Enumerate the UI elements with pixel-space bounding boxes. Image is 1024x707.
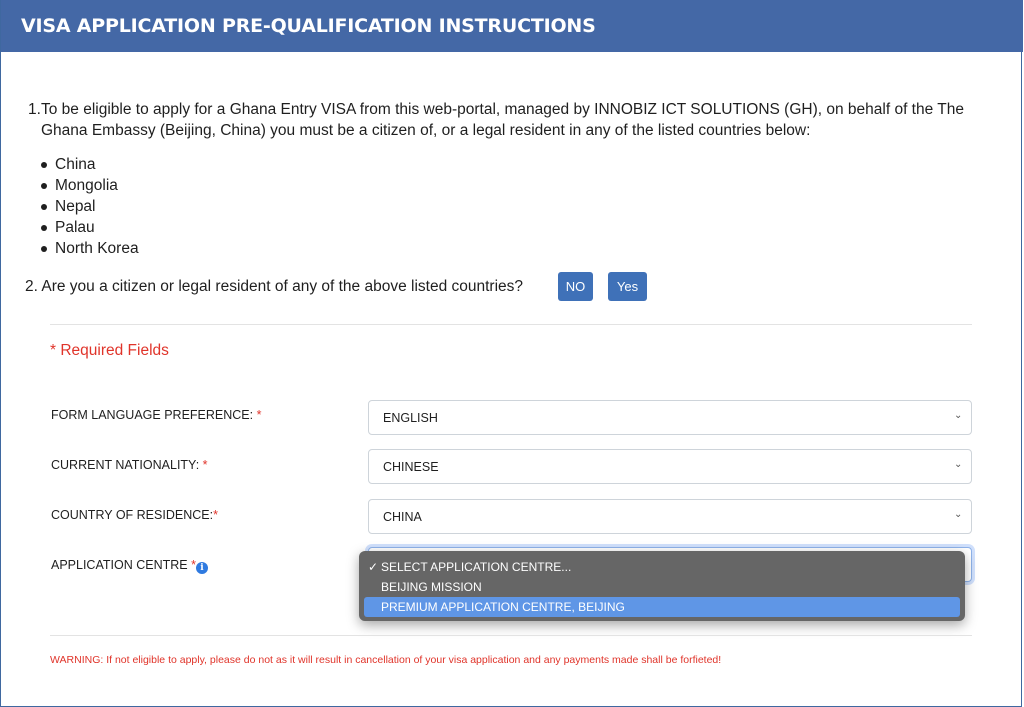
divider: [50, 635, 972, 636]
info-icon[interactable]: i: [195, 562, 208, 574]
language-select-value: ENGLISH: [383, 411, 438, 425]
no-button[interactable]: NO: [558, 272, 593, 301]
centre-option-premium-beijing[interactable]: PREMIUM APPLICATION CENTRE, BEIJING: [364, 597, 960, 617]
language-select[interactable]: ENGLISH ⌄: [368, 400, 972, 435]
country-item: Mongolia: [39, 175, 139, 196]
page-title: VISA APPLICATION PRE-QUALIFICATION INSTR…: [21, 15, 596, 37]
checkmark-icon: ✓: [368, 560, 379, 574]
centre-option-placeholder[interactable]: ✓ SELECT APPLICATION CENTRE...: [359, 557, 965, 577]
chevron-down-icon: ⌄: [954, 459, 963, 470]
option-label: PREMIUM APPLICATION CENTRE, BEIJING: [381, 600, 625, 614]
nationality-select[interactable]: CHINESE ⌄: [368, 449, 972, 484]
country-item: North Korea: [39, 238, 139, 259]
chevron-down-icon: ⌄: [954, 410, 963, 421]
residence-label-text: COUNTRY OF RESIDENCE:: [51, 508, 214, 522]
divider: [50, 324, 972, 325]
required-star: *: [256, 408, 262, 422]
centre-option-beijing-mission[interactable]: BEIJING MISSION: [359, 577, 965, 597]
warning-text: WARNING: If not eligible to apply, pleas…: [50, 654, 722, 666]
country-list: China Mongolia Nepal Palau North Korea: [39, 154, 139, 259]
country-item: China: [39, 154, 139, 175]
instruction-1: 1. To be eligible to apply for a Ghana E…: [28, 99, 988, 141]
required-star: *: [191, 558, 196, 572]
instruction-2-question: 2. Are you a citizen or legal resident o…: [25, 278, 524, 295]
required-fields-note: * Required Fields: [50, 342, 169, 359]
yes-button[interactable]: Yes: [608, 272, 647, 301]
residence-select[interactable]: CHINA ⌄: [368, 499, 972, 534]
residence-select-value: CHINA: [383, 510, 422, 524]
country-item: Nepal: [39, 196, 139, 217]
language-label-text: FORM LANGUAGE PREFERENCE:: [51, 408, 257, 422]
language-label: FORM LANGUAGE PREFERENCE: *: [51, 408, 261, 422]
residence-label: COUNTRY OF RESIDENCE:*: [51, 508, 218, 522]
nationality-label: CURRENT NATIONALITY: *: [51, 458, 208, 472]
centre-label: APPLICATION CENTRE * i: [51, 558, 208, 574]
instruction-1-number: 1.: [28, 101, 41, 118]
prequalification-card: VISA APPLICATION PRE-QUALIFICATION INSTR…: [0, 0, 1023, 707]
card-header: VISA APPLICATION PRE-QUALIFICATION INSTR…: [1, 0, 1023, 52]
nationality-label-text: CURRENT NATIONALITY:: [51, 458, 203, 472]
nationality-select-value: CHINESE: [383, 460, 439, 474]
chevron-down-icon: ⌄: [954, 509, 963, 520]
required-star: *: [213, 508, 218, 522]
required-star: *: [202, 458, 208, 472]
centre-dropdown-menu: ✓ SELECT APPLICATION CENTRE... BEIJING M…: [359, 551, 965, 621]
option-label: BEIJING MISSION: [381, 580, 482, 594]
option-label: SELECT APPLICATION CENTRE...: [381, 560, 572, 574]
instruction-1-text: To be eligible to apply for a Ghana Entr…: [41, 101, 964, 139]
centre-label-text: APPLICATION CENTRE: [51, 558, 192, 572]
country-item: Palau: [39, 217, 139, 238]
